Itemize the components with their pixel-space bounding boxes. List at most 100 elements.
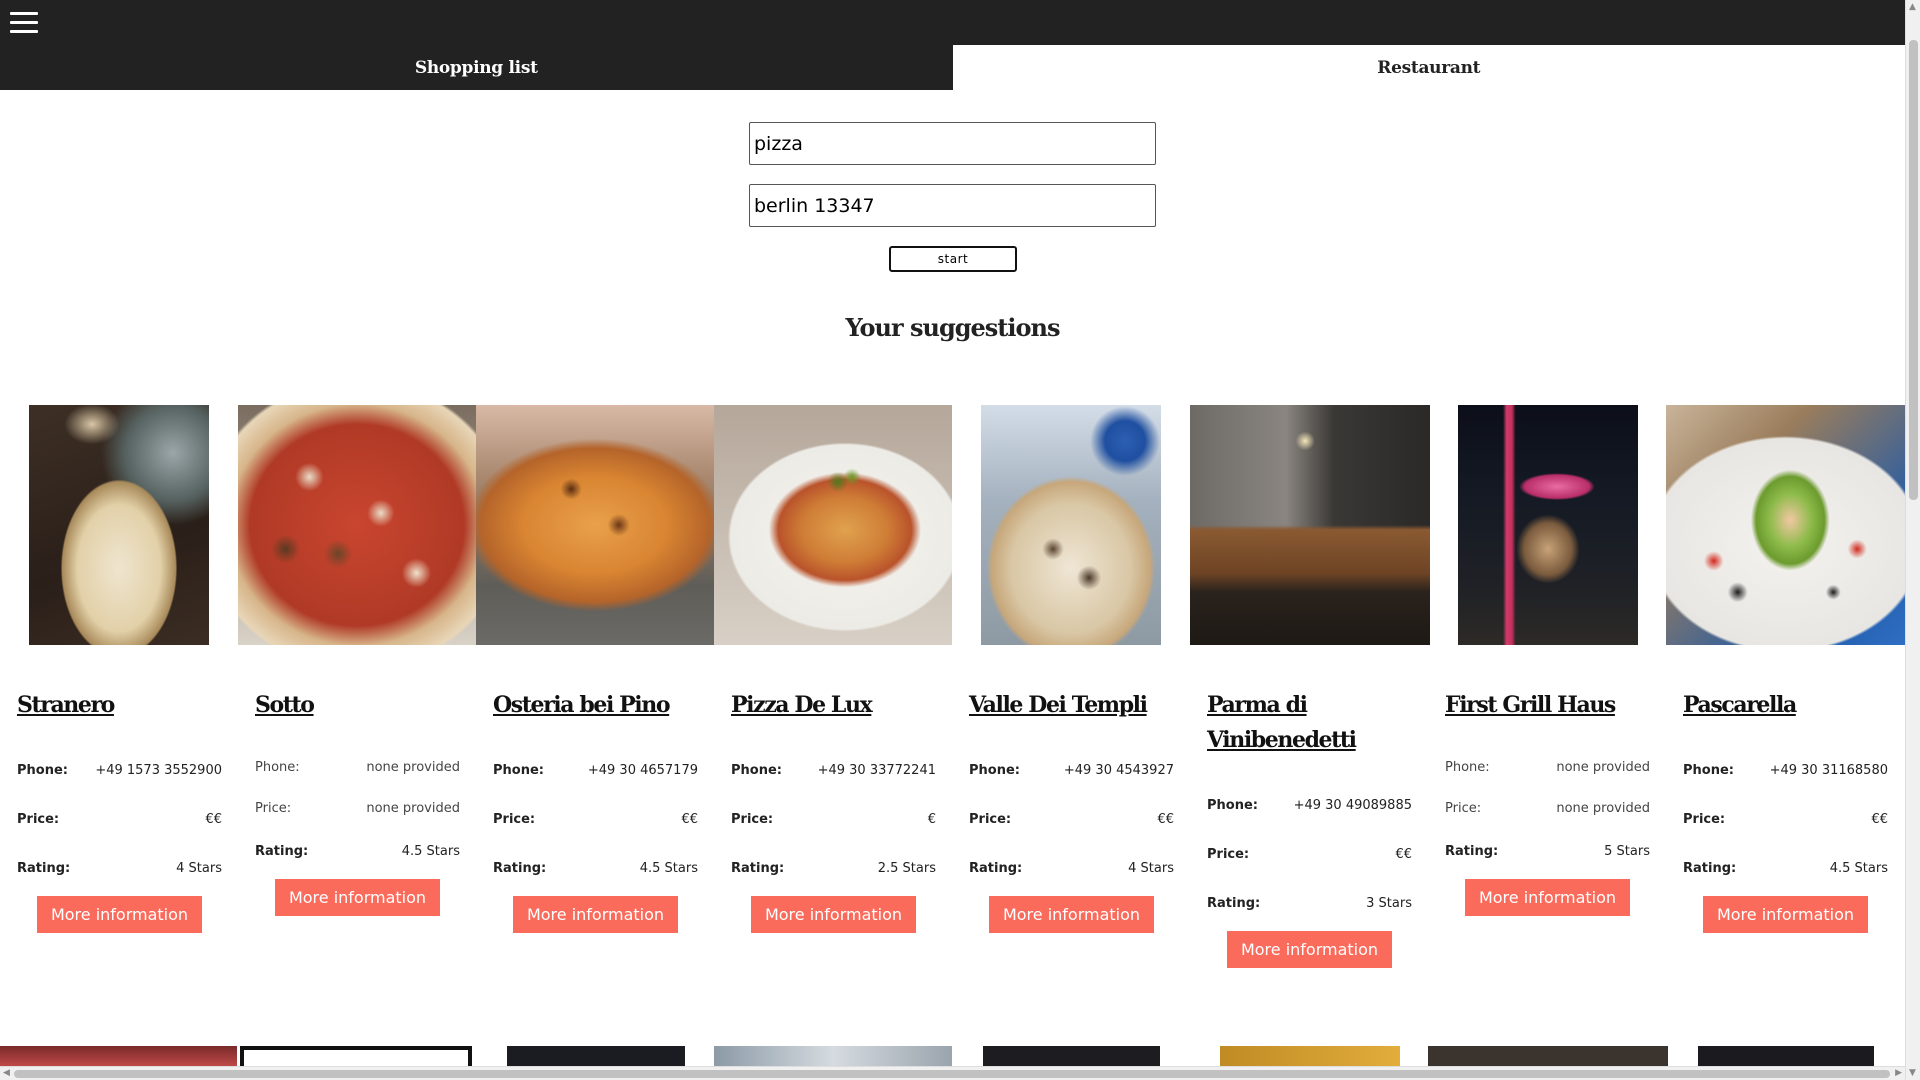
rating-value: 3 Stars bbox=[1366, 896, 1412, 911]
rating-label: Rating: bbox=[1445, 844, 1499, 859]
price-row: Price: €€ bbox=[1683, 812, 1888, 827]
restaurant-card: Valle Dei Templi Phone: +49 30 4543927 P… bbox=[952, 405, 1190, 1005]
phone-label: Phone: bbox=[1683, 763, 1734, 778]
restaurant-name[interactable]: Pascarella bbox=[1683, 688, 1893, 723]
more-information-button[interactable]: More information bbox=[751, 896, 916, 933]
start-button[interactable]: start bbox=[889, 246, 1017, 272]
search-location-input[interactable] bbox=[749, 184, 1156, 227]
phone-row: Phone: +49 30 4543927 bbox=[969, 763, 1174, 778]
tab-restaurant[interactable]: Restaurant bbox=[952, 45, 1905, 90]
search-query-input[interactable] bbox=[749, 122, 1156, 165]
price-row: Price: none provided bbox=[255, 801, 460, 816]
restaurant-name[interactable]: Stranero bbox=[17, 688, 227, 723]
price-label: Price: bbox=[1207, 847, 1250, 862]
price-value: €€ bbox=[1157, 812, 1174, 827]
restaurant-card: Osteria bei Pino Phone: +49 30 4657179 P… bbox=[476, 405, 714, 1005]
price-value: none provided bbox=[1556, 801, 1650, 816]
price-label: Price: bbox=[969, 812, 1012, 827]
more-information-button[interactable]: More information bbox=[275, 879, 440, 916]
restaurant-name[interactable]: Osteria bei Pino bbox=[493, 688, 703, 723]
rating-value: 5 Stars bbox=[1604, 844, 1650, 859]
more-information-button[interactable]: More information bbox=[1465, 879, 1630, 916]
rating-value: 4.5 Stars bbox=[639, 861, 698, 876]
restaurant-photo bbox=[29, 405, 209, 645]
price-value: €€ bbox=[205, 812, 222, 827]
restaurant-name[interactable]: Parma di Vinibenedetti bbox=[1207, 688, 1417, 758]
phone-label: Phone: bbox=[255, 760, 300, 775]
restaurant-photo bbox=[714, 405, 952, 645]
restaurant-photo bbox=[476, 405, 714, 645]
tab-shopping-list[interactable]: Shopping list bbox=[0, 45, 953, 90]
scroll-up-arrow-icon[interactable]: ▲ bbox=[1909, 2, 1916, 12]
restaurant-photo bbox=[238, 405, 476, 645]
rating-value: 4 Stars bbox=[1128, 861, 1174, 876]
restaurant-photo bbox=[1458, 405, 1638, 645]
scroll-right-arrow-icon[interactable]: ▶ bbox=[1895, 1068, 1902, 1078]
phone-row: Phone: none provided bbox=[1445, 760, 1650, 775]
phone-value: +49 30 4543927 bbox=[1063, 763, 1174, 778]
phone-value: none provided bbox=[366, 760, 460, 775]
phone-value: +49 30 33772241 bbox=[817, 763, 936, 778]
restaurant-photo bbox=[507, 1046, 685, 1066]
price-row: Price: €€ bbox=[493, 812, 698, 827]
restaurant-photo bbox=[981, 405, 1161, 645]
restaurant-photo bbox=[0, 1046, 237, 1066]
more-information-button[interactable]: More information bbox=[989, 896, 1154, 933]
more-information-button[interactable]: More information bbox=[1703, 896, 1868, 933]
rating-row: Rating: 4.5 Stars bbox=[255, 844, 460, 859]
price-row: Price: €€ bbox=[17, 812, 222, 827]
rating-row: Rating: 4.5 Stars bbox=[1683, 861, 1888, 876]
phone-value: +49 30 49089885 bbox=[1293, 798, 1412, 813]
price-row: Price: none provided bbox=[1445, 801, 1650, 816]
hamburger-menu-icon[interactable] bbox=[10, 12, 38, 34]
more-information-button[interactable]: More information bbox=[37, 896, 202, 933]
price-value: €€ bbox=[1395, 847, 1412, 862]
restaurant-card-list: Stranero Phone: +49 1573 3552900 Price: … bbox=[0, 405, 1905, 1025]
phone-row: Phone: none provided bbox=[255, 760, 460, 775]
vertical-scroll-thumb[interactable] bbox=[1909, 40, 1918, 500]
rating-label: Rating: bbox=[731, 861, 785, 876]
rating-row: Rating: 2.5 Stars bbox=[731, 861, 936, 876]
phone-label: Phone: bbox=[493, 763, 544, 778]
restaurant-card: Stranero Phone: +49 1573 3552900 Price: … bbox=[0, 405, 238, 1005]
horizontal-scroll-thumb[interactable] bbox=[14, 1070, 1890, 1078]
rating-row: Rating: 3 Stars bbox=[1207, 896, 1412, 911]
restaurant-name[interactable]: Pizza De Lux bbox=[731, 688, 941, 723]
tab-bar: Shopping list Restaurant bbox=[0, 45, 1905, 90]
rating-value: 4.5 Stars bbox=[1829, 861, 1888, 876]
phone-label: Phone: bbox=[731, 763, 782, 778]
phone-value: +49 30 31168580 bbox=[1769, 763, 1888, 778]
restaurant-card: First Grill Haus Phone: none provided Pr… bbox=[1428, 405, 1666, 1005]
vertical-scrollbar[interactable]: ▲ ▼ bbox=[1905, 0, 1920, 1080]
phone-value: +49 30 4657179 bbox=[587, 763, 698, 778]
restaurant-name[interactable]: First Grill Haus bbox=[1445, 688, 1655, 723]
scroll-left-arrow-icon[interactable]: ◀ bbox=[3, 1068, 10, 1078]
price-value: €€ bbox=[681, 812, 698, 827]
more-information-button[interactable]: More information bbox=[1227, 931, 1392, 968]
rating-row: Rating: 5 Stars bbox=[1445, 844, 1650, 859]
scroll-down-arrow-icon[interactable]: ▼ bbox=[1909, 1068, 1916, 1078]
phone-row: Phone: +49 30 4657179 bbox=[493, 763, 698, 778]
price-value: €€ bbox=[1871, 812, 1888, 827]
rating-label: Rating: bbox=[17, 861, 71, 876]
phone-value: none provided bbox=[1556, 760, 1650, 775]
price-label: Price: bbox=[1445, 801, 1482, 816]
phone-value: +49 1573 3552900 bbox=[95, 763, 222, 778]
price-label: Price: bbox=[17, 812, 60, 827]
price-value: none provided bbox=[366, 801, 460, 816]
restaurant-photo bbox=[983, 1046, 1160, 1066]
top-bar bbox=[0, 0, 1905, 45]
price-row: Price: €€ bbox=[969, 812, 1174, 827]
rating-label: Rating: bbox=[1207, 896, 1261, 911]
restaurant-name[interactable]: Valle Dei Templi bbox=[969, 688, 1179, 723]
restaurant-photo bbox=[1190, 405, 1430, 645]
phone-row: Phone: +49 30 31168580 bbox=[1683, 763, 1888, 778]
rating-label: Rating: bbox=[493, 861, 547, 876]
price-row: Price: € bbox=[731, 812, 936, 827]
restaurant-name[interactable]: Sotto bbox=[255, 688, 465, 723]
next-row-photos bbox=[0, 1046, 1905, 1066]
more-information-button[interactable]: More information bbox=[513, 896, 678, 933]
restaurant-card: Sotto Phone: none provided Price: none p… bbox=[238, 405, 476, 1005]
horizontal-scrollbar[interactable]: ◀ ▶ bbox=[0, 1066, 1905, 1080]
rating-row: Rating: 4 Stars bbox=[969, 861, 1174, 876]
